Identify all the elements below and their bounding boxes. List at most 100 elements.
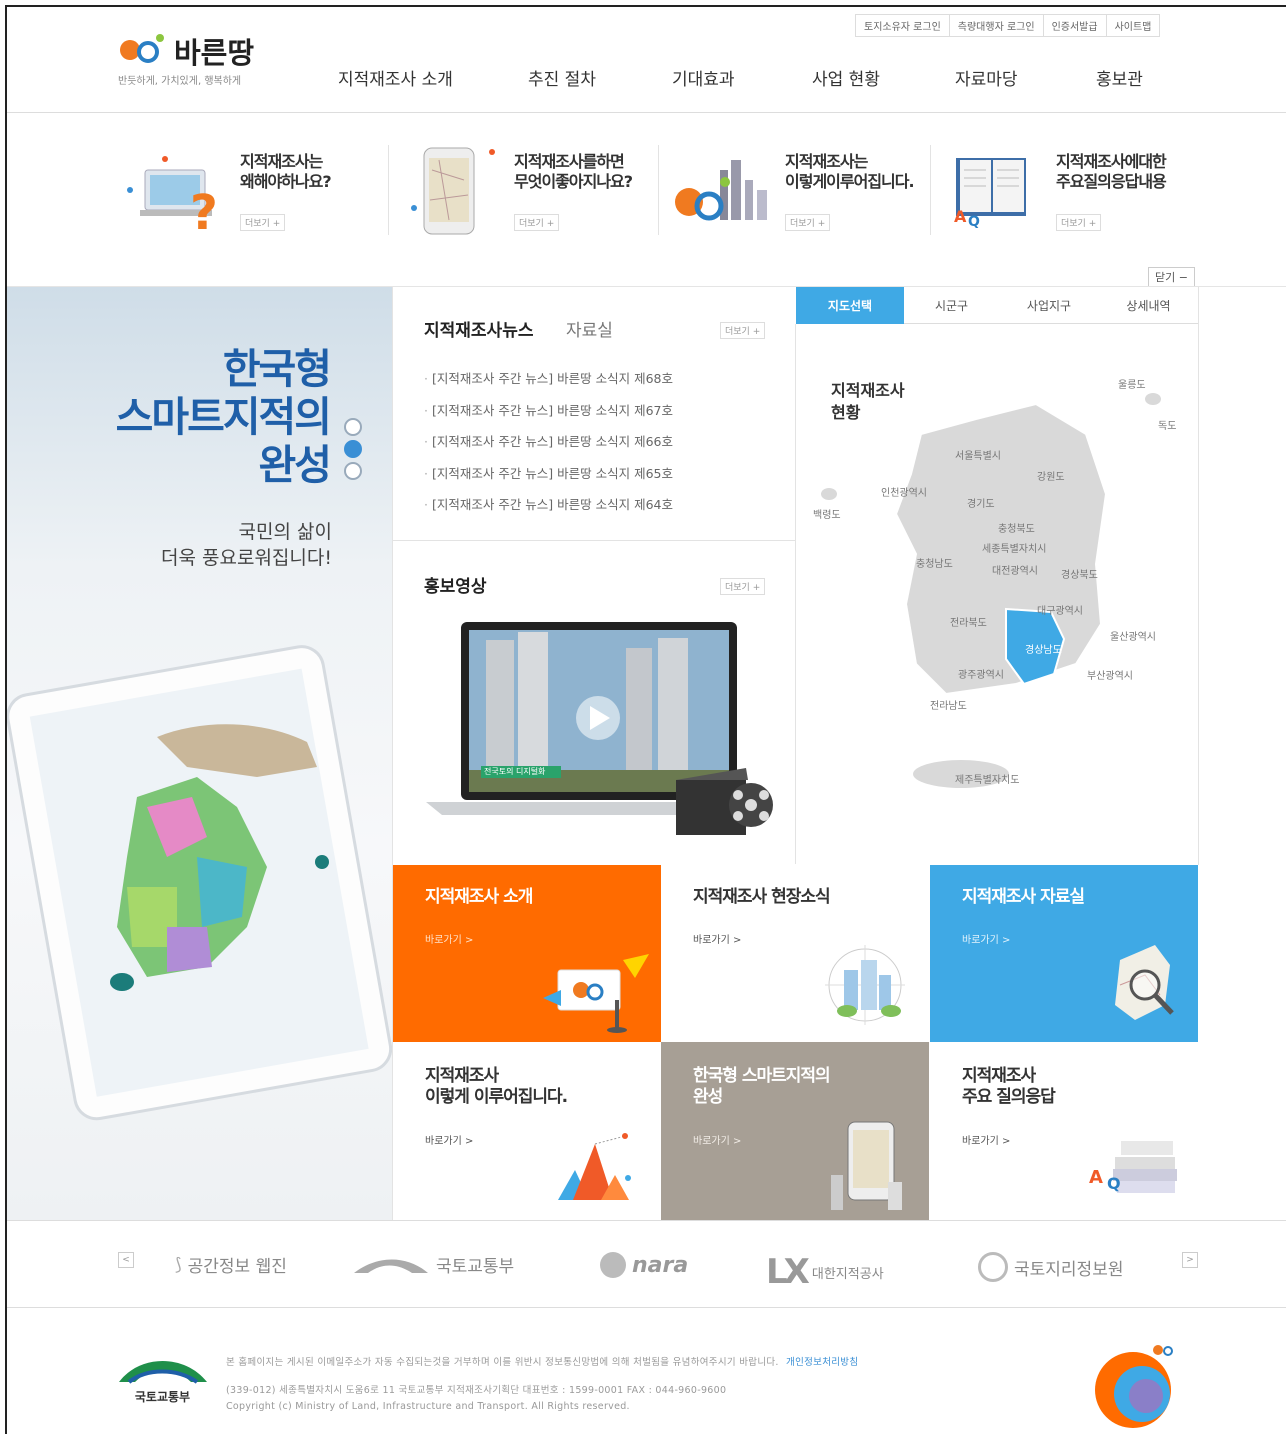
quick-why[interactable]: ? 지적재조사는 왜해야하나요? 더보기 + <box>120 140 386 240</box>
news-item[interactable]: [지적재조사 주간 뉴스] 바른땅 소식지 제64호 <box>424 494 673 513</box>
map-label-jeonnam[interactable]: 전라남도 <box>930 697 967 712</box>
nav-status[interactable]: 사업 현황 <box>812 65 880 90</box>
map-label-busan[interactable]: 부산광역시 <box>1087 667 1133 682</box>
partner-prev-button[interactable]: < <box>118 1252 134 1268</box>
chevron-left-icon: < <box>122 1255 130 1265</box>
util-owner-login[interactable]: 토지소유자 로그인 <box>856 15 950 36</box>
partner-ngii-label: 국토지리정보원 <box>1014 1259 1124 1280</box>
nav-procedure[interactable]: 추진 절차 <box>528 65 596 90</box>
quick-benefit-more[interactable]: 더보기 + <box>514 214 560 231</box>
quick-process-more[interactable]: 더보기 + <box>785 214 831 231</box>
news-item[interactable]: [지적재조사 주간 뉴스] 바른땅 소식지 제68호 <box>424 368 673 387</box>
privacy-policy-link[interactable]: 개인정보처리방침 <box>786 1357 858 1368</box>
nav-pr[interactable]: 홍보관 <box>1096 65 1143 90</box>
tile-faq-link[interactable]: 바로가기 > <box>962 1132 1010 1147</box>
map-label-gwangju[interactable]: 광주광역시 <box>958 666 1004 681</box>
tile-smart-link[interactable]: 바로가기 > <box>693 1132 741 1147</box>
map-label-ulleung[interactable]: 울릉도 <box>1118 376 1146 391</box>
tile-news[interactable]: 지적재조사 현장소식 바로가기 > <box>661 865 929 1042</box>
news-more-button[interactable]: 더보기 + <box>720 322 766 339</box>
map-label-gangwon[interactable]: 강원도 <box>1037 468 1065 483</box>
map-tab-project[interactable]: 사업지구 <box>999 287 1099 324</box>
nav-intro[interactable]: 지적재조사 소개 <box>338 65 453 90</box>
map-label-gyeongnam[interactable]: 경상남도 <box>1025 641 1062 656</box>
quick-benefit[interactable]: 지적재조사를하면 무엇이좋아지나요? 더보기 + <box>394 140 658 240</box>
partner-next-button[interactable]: > <box>1182 1252 1198 1268</box>
close-quick-button[interactable]: 닫기 − <box>1148 267 1195 287</box>
promo-video-player[interactable]: 전국토의 디지털화 <box>426 620 776 850</box>
video-more-button[interactable]: 더보기 + <box>720 578 766 595</box>
news-item[interactable]: [지적재조사 주간 뉴스] 바른땅 소식지 제66호 <box>424 431 673 450</box>
tile-intro[interactable]: 지적재조사 소개 바로가기 > <box>393 865 661 1042</box>
tab-news[interactable]: 지적재조사뉴스 <box>424 316 533 341</box>
map-tab-district[interactable]: 시군구 <box>904 287 999 324</box>
computer-question-icon: ? <box>127 156 218 235</box>
tablet-korea-map-image <box>7 645 392 1121</box>
map-label-dokdo[interactable]: 독도 <box>1158 417 1176 432</box>
partner-lx-label: 대한지적공사 <box>811 1266 884 1282</box>
partner-webzine[interactable]: ⟆ 공간정보 웹진 <box>175 1252 287 1278</box>
hero-slide-dot-2[interactable] <box>344 440 362 458</box>
quick-faq-more[interactable]: 더보기 + <box>1056 214 1102 231</box>
map-label-jeonbuk[interactable]: 전라북도 <box>950 614 987 629</box>
partner-molit[interactable]: 국토교통부 <box>352 1252 514 1277</box>
tile-smart-title: 한국형 스마트지적의 완성 <box>693 1066 831 1107</box>
nav-effect[interactable]: 기대효과 <box>672 65 735 90</box>
city-logo-icon <box>675 160 767 221</box>
news-item[interactable]: [지적재조사 주간 뉴스] 바른땅 소식지 제67호 <box>424 400 673 419</box>
map-tab-detail[interactable]: 상세내역 <box>1099 287 1198 324</box>
quick-why-more[interactable]: 더보기 + <box>240 214 286 231</box>
footer-copyright: Copyright (c) Ministry of Land, Infrastr… <box>226 1401 630 1412</box>
nav-resources[interactable]: 자료마당 <box>955 65 1018 90</box>
map-label-daegu[interactable]: 대구광역시 <box>1037 602 1083 617</box>
quick-process[interactable]: 지적재조사는 이렇게이루어집니다. 더보기 + <box>665 140 929 240</box>
map-label-baengnyeong[interactable]: 백령도 <box>813 506 841 521</box>
map-label-ulsan[interactable]: 울산광역시 <box>1110 628 1156 643</box>
header-divider <box>7 112 1286 113</box>
map-label-gyeongbuk[interactable]: 경상북도 <box>1061 566 1098 581</box>
tile-intro-title: 지적재조사 소개 <box>425 887 533 907</box>
tile-process[interactable]: 지적재조사 이렇게 이루어집니다. 바로가기 > <box>393 1042 661 1220</box>
map-label-chungnam[interactable]: 충청남도 <box>916 555 953 570</box>
map-label-daejeon[interactable]: 대전광역시 <box>992 562 1038 577</box>
util-sitemap[interactable]: 사이트맵 <box>1107 15 1160 36</box>
tile-archive-link[interactable]: 바로가기 > <box>962 931 1010 946</box>
video-section-title: 홍보영상 <box>424 577 487 597</box>
tile-intro-link[interactable]: 바로가기 > <box>425 931 473 946</box>
util-certificate[interactable]: 인증서발급 <box>1044 15 1107 36</box>
quick-faq[interactable]: A Q 지적재조사에대한 주요질의응답내용 더보기 + <box>936 140 1198 240</box>
partner-ngii[interactable]: 국토지리정보원 <box>978 1252 1123 1282</box>
partner-nara[interactable]: nara <box>600 1252 688 1278</box>
panel-divider <box>392 540 795 541</box>
tab-resources[interactable]: 자료실 <box>566 316 613 341</box>
tile-archive[interactable]: 지적재조사 자료실 바로가기 > <box>930 865 1198 1042</box>
partner-lx[interactable]: LX 대한지적공사 <box>766 1252 884 1292</box>
map-tab-select[interactable]: 지도선택 <box>796 287 904 324</box>
partners-bottom-divider <box>7 1307 1286 1308</box>
news-item[interactable]: [지적재조사 주간 뉴스] 바른땅 소식지 제65호 <box>424 463 673 482</box>
map-label-jeju[interactable]: 제주특별자치도 <box>955 771 1019 786</box>
logo-icon <box>120 34 164 63</box>
video-caption: 전국토의 디지털화 <box>484 767 546 776</box>
molit-logo-icon <box>354 1259 428 1273</box>
hero-subtitle: 국민의 삶이 더욱 풍요로워집니다! <box>161 521 332 569</box>
tile-smart-cadastre[interactable]: 한국형 스마트지적의 완성 바로가기 > <box>661 1042 929 1220</box>
tile-news-link[interactable]: 바로가기 > <box>693 931 741 946</box>
map-label-incheon[interactable]: 인천광역시 <box>881 484 927 499</box>
logo-text: 바른땅 <box>174 36 255 70</box>
map-label-seoul[interactable]: 서울특별시 <box>955 447 1001 462</box>
hero-slide-dot-3[interactable] <box>344 462 362 480</box>
hero-slide-dot-1[interactable] <box>344 418 362 436</box>
barunddang-emblem-image <box>1095 1345 1173 1428</box>
map-label-gyeonggi[interactable]: 경기도 <box>967 495 995 510</box>
tile-faq[interactable]: 지적재조사 주요 질의응답 바로가기 > A Q <box>930 1042 1198 1220</box>
footer-address: (339-012) 세종특별자치시 도움6로 11 국토교통부 지적재조사기획단… <box>226 1385 727 1396</box>
util-agent-login[interactable]: 측량대행자 로그인 <box>950 15 1044 36</box>
map-label-chungbuk[interactable]: 충청북도 <box>998 520 1035 535</box>
quick-why-title: 지적재조사는 왜해야하나요? <box>240 152 332 191</box>
ministry-logo-icon <box>119 1361 207 1384</box>
book-qa-icon: A Q <box>954 158 1026 230</box>
phone-map-icon <box>411 147 495 235</box>
map-label-sejong[interactable]: 세종특별자치시 <box>982 540 1046 555</box>
tile-process-link[interactable]: 바로가기 > <box>425 1132 473 1147</box>
